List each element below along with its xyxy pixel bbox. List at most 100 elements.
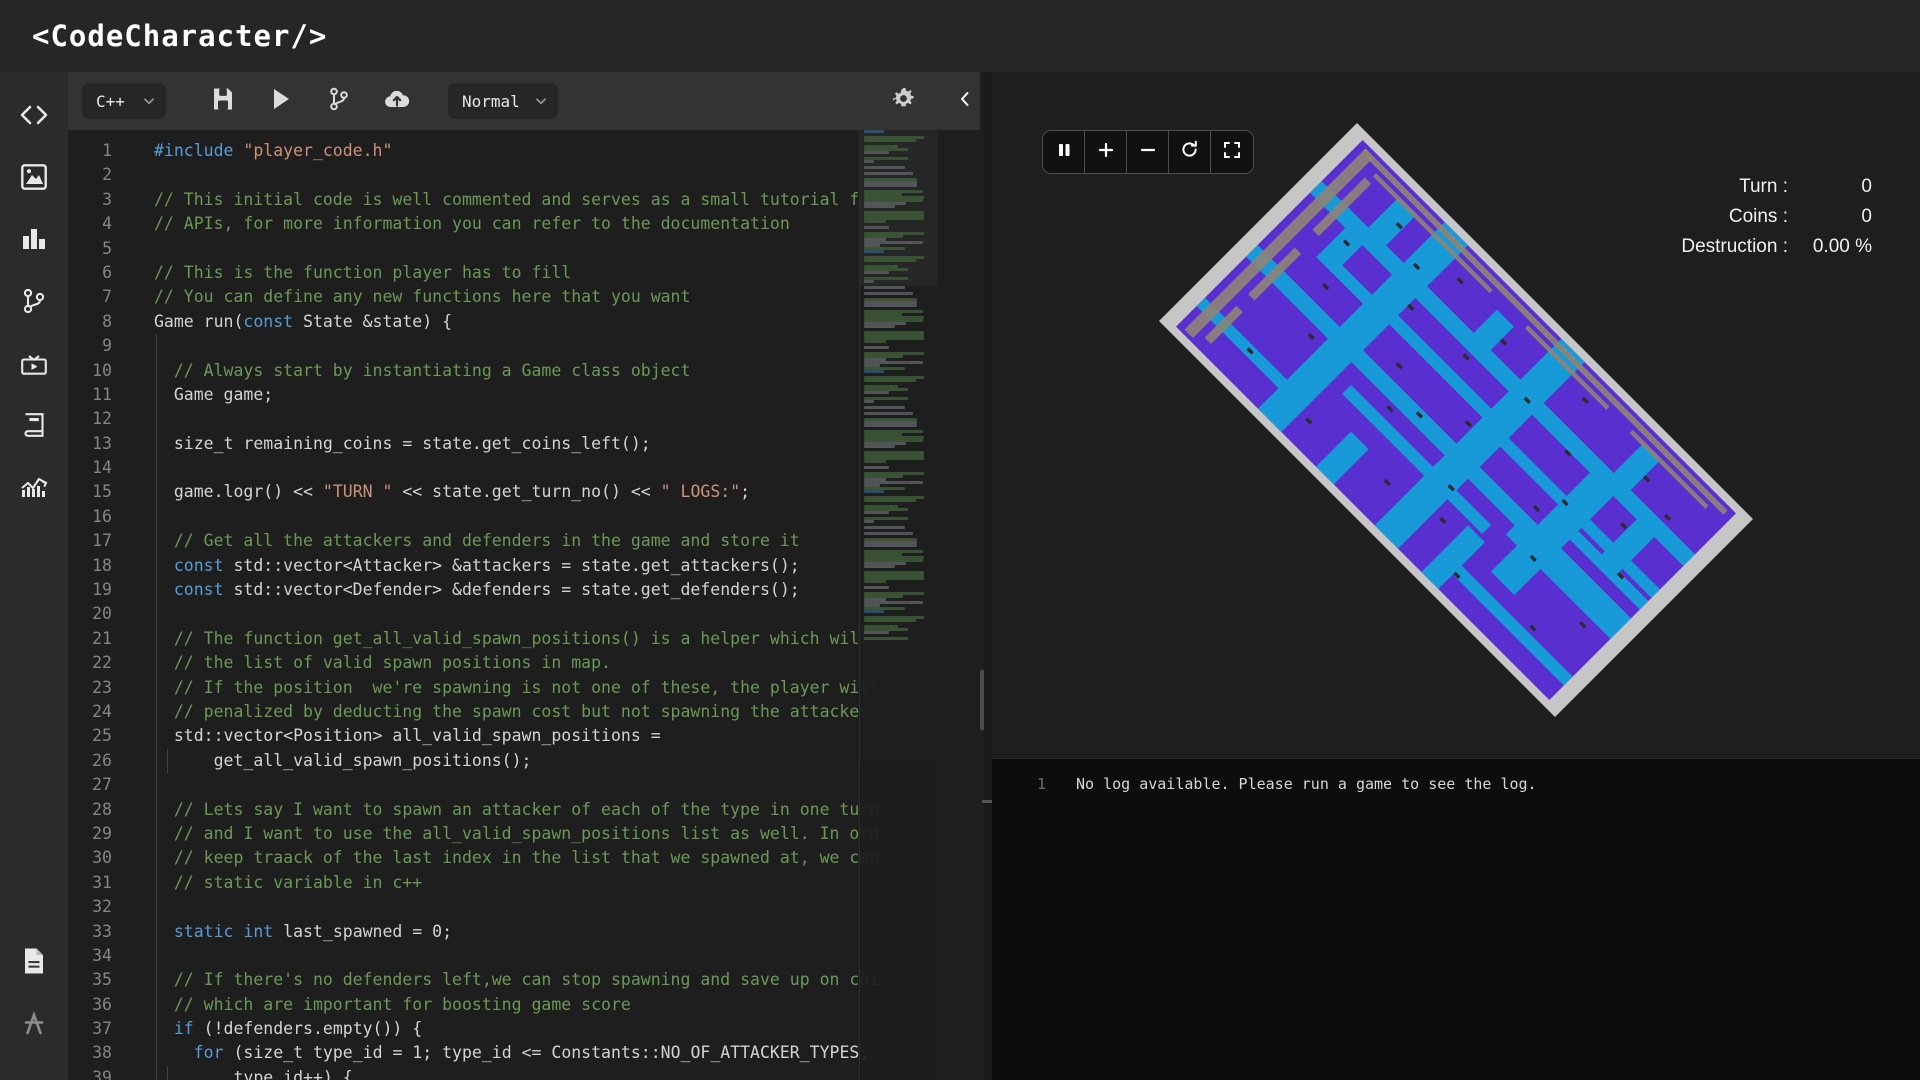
- line-number: 31: [92, 872, 112, 892]
- mode-select[interactable]: Normal: [448, 83, 558, 119]
- map-defender-unit[interactable]: [1438, 516, 1447, 524]
- code-token: type_id++) {: [154, 1067, 353, 1080]
- line-number-gutter: 1 2 3 4 5 6 7 8 9 10 11 12 13 14 15 16 17 18 19 20 21 22 23 24 2…: [68, 130, 124, 1080]
- language-select[interactable]: C++: [82, 83, 166, 119]
- code-token: // static variable in c++: [154, 872, 423, 892]
- mode-select-value: Normal: [462, 91, 520, 111]
- map-defender-unit[interactable]: [1383, 478, 1391, 486]
- code-scroll-area[interactable]: 1 2 3 4 5 6 7 8 9 10 11 12 13 14 15 16 17 18 19 20 21 22 23 24 2…: [68, 130, 992, 1080]
- settings-button[interactable]: [874, 79, 932, 123]
- code-token: // Lets say I want to spawn an attacker …: [154, 799, 880, 819]
- minimap-line: [864, 586, 889, 589]
- code-minimap[interactable]: [860, 130, 938, 1080]
- map-image-icon: [21, 164, 47, 190]
- line-number: 18: [92, 555, 112, 575]
- minimap-line: [864, 520, 874, 523]
- minimap-line: [864, 532, 914, 535]
- minimap-line: [864, 424, 918, 427]
- line-number: 3: [102, 189, 112, 209]
- minimap-line: [864, 250, 884, 253]
- sidebar-item-notes[interactable]: [7, 930, 61, 992]
- map-defender-unit[interactable]: [1386, 405, 1394, 413]
- stat-row: Coins : 0: [1681, 202, 1872, 232]
- code-token: " LOGS:": [660, 482, 741, 502]
- code-token: static int: [173, 921, 274, 941]
- sidebar-item-matches[interactable]: [7, 270, 61, 332]
- sidebar-item-statistics[interactable]: [7, 456, 61, 518]
- map-defender-unit[interactable]: [1395, 361, 1403, 370]
- line-number: 6: [102, 262, 112, 282]
- log-message: No log available. Please run a game to s…: [1076, 775, 1537, 793]
- line-number: 26: [92, 750, 112, 770]
- minimap-line: [864, 271, 889, 274]
- line-number: 14: [92, 458, 112, 478]
- map-defender-unit[interactable]: [1581, 396, 1590, 405]
- game-stats: Turn : 0 Coins : 0 Destruction : 0.00 %: [1681, 172, 1872, 262]
- code-editor[interactable]: 1 2 3 4 5 6 7 8 9 10 11 12 13 14 15 16 17 18 19 20 21 22 23 24 2…: [68, 130, 992, 1080]
- pause-button[interactable]: [1043, 131, 1085, 173]
- zoom-in-button[interactable]: [1085, 131, 1127, 173]
- map-defender-unit[interactable]: [1304, 417, 1313, 425]
- cloud-upload-icon: [384, 88, 410, 115]
- language-select-value: C++: [96, 91, 125, 111]
- code-token: size_t remaining_coins = state.get_coins…: [154, 433, 651, 453]
- map-defender-unit[interactable]: [1456, 277, 1464, 285]
- upload-button[interactable]: [368, 79, 426, 123]
- minimap-line: [864, 490, 884, 493]
- map-defender-unit[interactable]: [1578, 621, 1587, 629]
- stat-row: Destruction : 0.00 %: [1681, 232, 1872, 262]
- map-defender-unit[interactable]: [1532, 504, 1540, 513]
- code-token: ;: [740, 482, 751, 502]
- line-number: 30: [92, 848, 112, 868]
- commit-button[interactable]: [310, 79, 368, 123]
- run-button[interactable]: [252, 79, 310, 123]
- line-number: 34: [92, 945, 112, 965]
- map-defender-unit[interactable]: [1500, 338, 1508, 346]
- log-pane[interactable]: 1 No log available. Please run a game to…: [992, 758, 1920, 1080]
- map-defender-unit[interactable]: [1462, 352, 1470, 361]
- code-token: if: [173, 1019, 194, 1039]
- collapse-editor-button[interactable]: [950, 72, 980, 130]
- game-stage[interactable]: Turn : 0 Coins : 0 Destruction : 0.00 %: [992, 72, 1920, 758]
- rail-top-group: [7, 72, 61, 518]
- save-button[interactable]: [194, 79, 252, 123]
- minimap-line: [864, 130, 884, 133]
- code-token: (size_t type_id = 1; type_id <= Constant…: [223, 1043, 870, 1063]
- sidebar-item-code-editor[interactable]: [7, 84, 61, 146]
- map-defender-unit[interactable]: [1406, 303, 1415, 311]
- map-defender-unit[interactable]: [1322, 282, 1330, 291]
- map-defender-unit[interactable]: [1307, 332, 1316, 340]
- reset-button[interactable]: [1169, 131, 1211, 173]
- line-number: 9: [102, 336, 112, 356]
- editor-toolbar: C++ Normal: [68, 72, 1010, 130]
- code-brackets-icon: [19, 104, 49, 126]
- minimap-line: [864, 406, 905, 409]
- line-number: 5: [102, 238, 112, 258]
- minimap-line: [864, 499, 917, 502]
- line-number: 19: [92, 580, 112, 600]
- minimap-line: [864, 379, 917, 382]
- sidebar-item-map-designer[interactable]: [7, 146, 61, 208]
- line-number: 13: [92, 433, 112, 453]
- sidebar-item-app-store[interactable]: [7, 992, 61, 1054]
- line-number: 22: [92, 653, 112, 673]
- fullscreen-button[interactable]: [1211, 131, 1253, 173]
- sidebar-item-replays[interactable]: [7, 332, 61, 394]
- line-number: 17: [92, 531, 112, 551]
- zoom-out-button[interactable]: [1127, 131, 1169, 173]
- line-number: 33: [92, 921, 112, 941]
- code-token: (!defenders.empty()) {: [193, 1019, 423, 1039]
- sidebar-item-documentation[interactable]: [7, 394, 61, 456]
- minimap-line: [864, 526, 905, 529]
- map-defender-unit[interactable]: [1663, 513, 1671, 521]
- code-token: // the list of valid spawn positions in …: [154, 653, 611, 673]
- map-defender-unit[interactable]: [1643, 475, 1651, 483]
- app-logo[interactable]: <CodeCharacter/>: [32, 19, 327, 53]
- left-icon-rail: [0, 72, 68, 1080]
- fold-gutter[interactable]: [124, 130, 154, 1080]
- code-token: std::vector<Position> all_valid_spawn_po…: [154, 726, 661, 746]
- sidebar-item-leaderboard[interactable]: [7, 208, 61, 270]
- map-defender-unit[interactable]: [1529, 624, 1537, 632]
- line-number: 16: [92, 506, 112, 526]
- log-line: 1 No log available. Please run a game to…: [992, 759, 1920, 793]
